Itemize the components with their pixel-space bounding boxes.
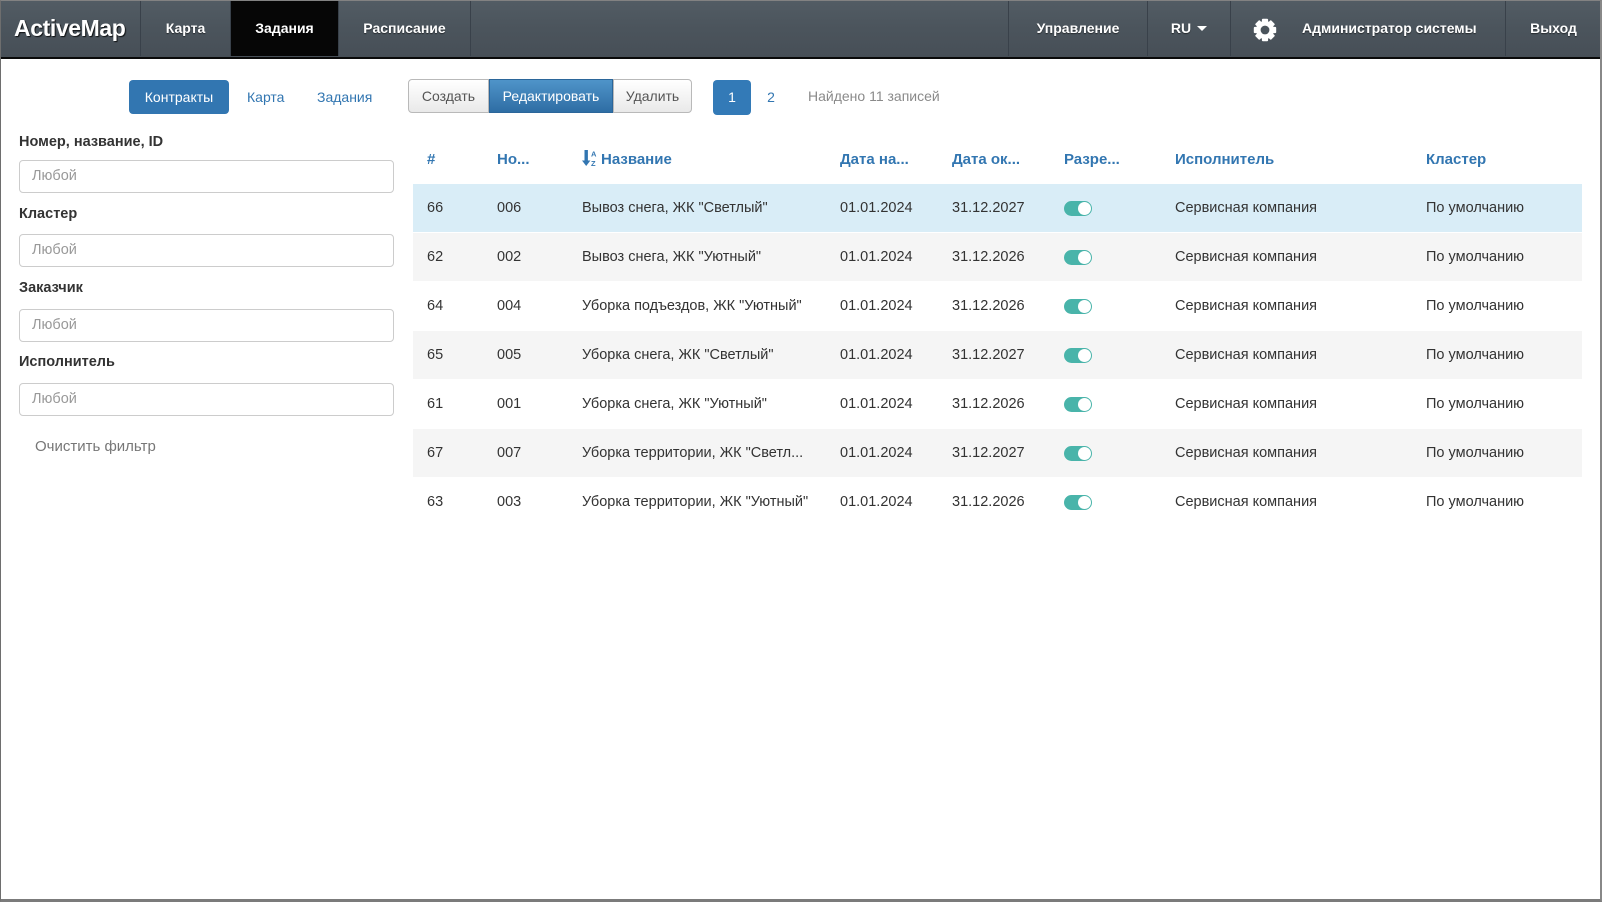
svg-text:Z: Z xyxy=(591,159,596,167)
svg-text:A: A xyxy=(591,150,597,159)
